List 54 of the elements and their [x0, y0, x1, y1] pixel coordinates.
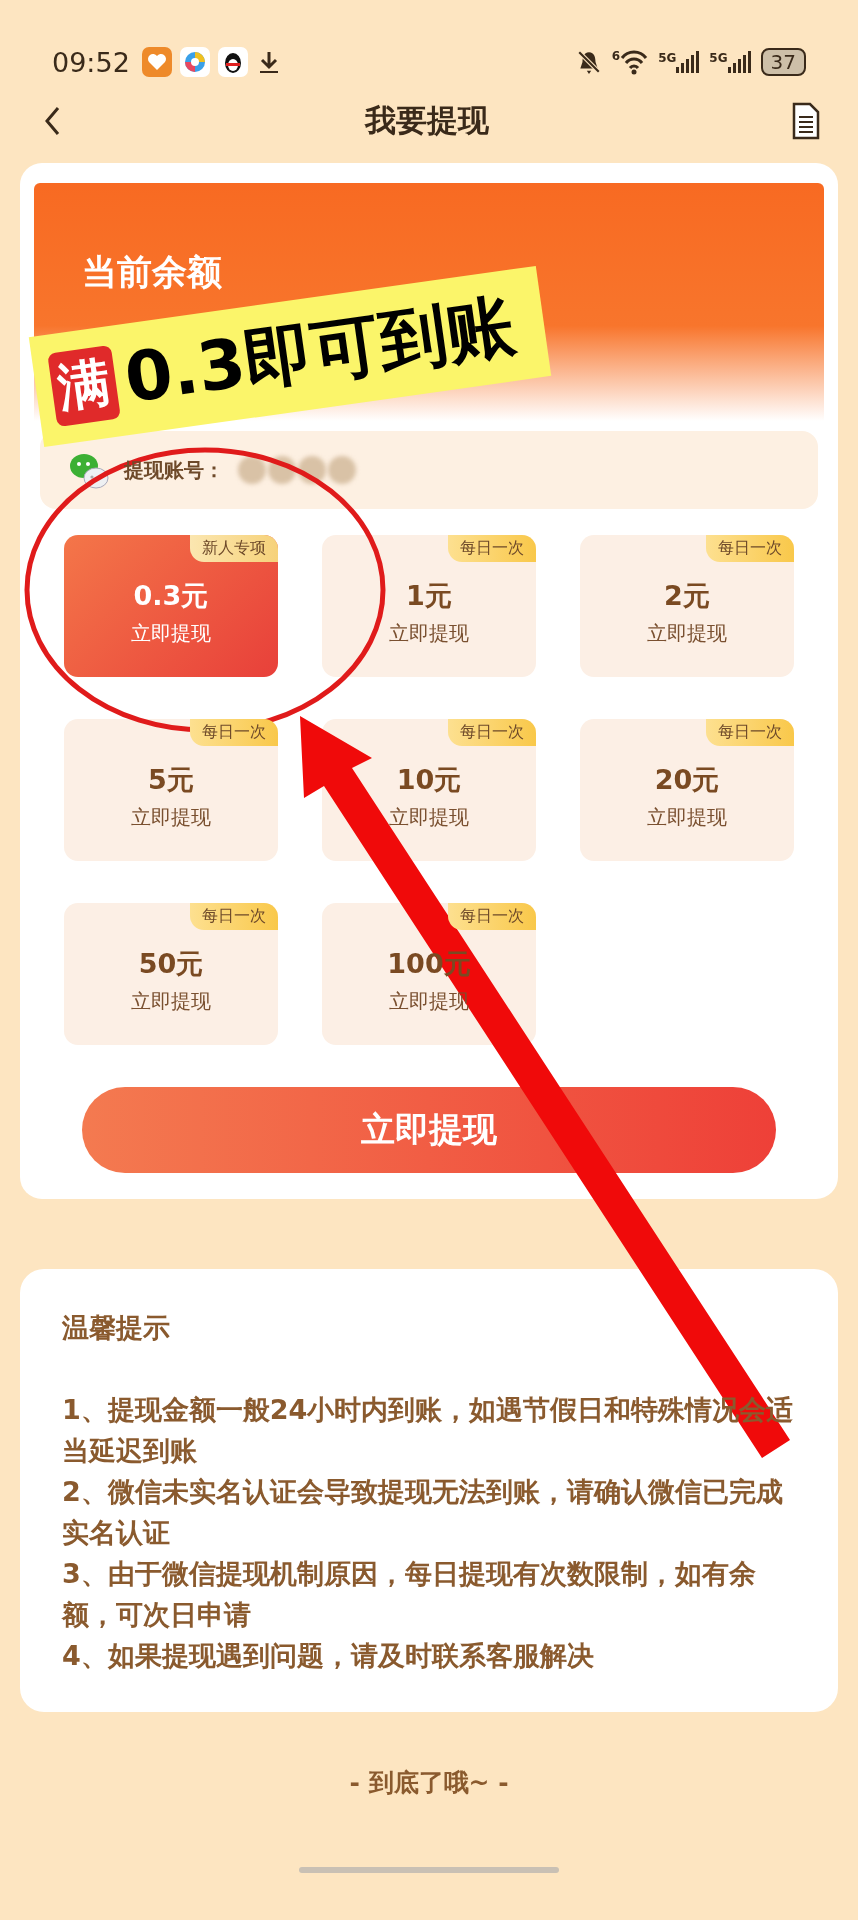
option-amount: 10元 — [396, 763, 462, 797]
amount-option[interactable]: 每日一次 20元 立即提现 — [580, 719, 794, 861]
option-action: 立即提现 — [647, 620, 727, 647]
colorful-circle-app-icon — [179, 47, 210, 77]
amount-option[interactable]: 每日一次 50元 立即提现 — [64, 903, 278, 1045]
network-label: 5G — [658, 51, 677, 65]
option-action: 立即提现 — [389, 620, 469, 647]
option-amount: 20元 — [654, 763, 720, 797]
option-amount: 100元 — [387, 947, 471, 981]
signal-icon — [676, 51, 700, 73]
option-tag: 每日一次 — [706, 719, 794, 746]
muted-bell-icon — [575, 49, 602, 75]
option-tag: 每日一次 — [190, 719, 278, 746]
option-action: 立即提现 — [647, 804, 727, 831]
end-of-list-text: - 到底了哦~ - — [349, 1767, 509, 1799]
status-time: 09:52 — [52, 46, 130, 78]
balance-label: 当前余额 — [82, 252, 222, 292]
option-tag: 每日一次 — [706, 535, 794, 562]
option-action: 立即提现 — [389, 804, 469, 831]
signal-icon — [727, 51, 751, 73]
tip-text: 2、微信未实名认证会导致提现无法到账，请确认微信已完成实名认证 — [62, 1475, 784, 1550]
chat-bubbles-icon — [68, 451, 110, 489]
option-tag: 新人专项 — [190, 535, 278, 562]
option-action: 立即提现 — [131, 988, 211, 1015]
wifi-band-label: 6 — [611, 49, 621, 63]
heart-app-icon — [141, 47, 172, 77]
tip-text: 4、如果提现遇到问题，请及时联系客服解决 — [62, 1639, 595, 1673]
penguin-app-icon — [217, 47, 248, 77]
tip-text: 3、由于微信提现机制原因，每日提现有次数限制，如有余额，可次日申请 — [62, 1557, 757, 1632]
network-label: 5G — [709, 51, 728, 65]
amount-option[interactable]: 每日一次 1元 立即提现 — [322, 535, 536, 677]
option-amount: 5元 — [148, 763, 194, 797]
option-amount: 50元 — [138, 947, 204, 981]
amount-option[interactable]: 每日一次 2元 立即提现 — [580, 535, 794, 677]
option-action: 立即提现 — [131, 804, 211, 831]
amount-option[interactable]: 新人专项 0.3元 立即提现 — [64, 535, 278, 677]
account-label: 提现账号： — [124, 456, 224, 484]
page-title: 我要提现 — [365, 101, 489, 140]
option-amount: 2元 — [664, 579, 710, 613]
option-tag: 每日一次 — [448, 903, 536, 930]
option-amount: 1元 — [406, 579, 452, 613]
tips-title: 温馨提示 — [62, 1311, 171, 1345]
chevron-left-icon — [42, 105, 62, 137]
option-tag: 每日一次 — [448, 535, 536, 562]
option-action: 立即提现 — [131, 620, 211, 647]
battery-level: 37 — [760, 48, 806, 76]
option-amount: 0.3元 — [133, 579, 209, 613]
amount-option[interactable]: 每日一次 5元 立即提现 — [64, 719, 278, 861]
option-tag: 每日一次 — [448, 719, 536, 746]
option-tag: 每日一次 — [190, 903, 278, 930]
wifi-icon — [620, 49, 649, 75]
full-badge: 满 — [47, 344, 121, 427]
document-icon — [792, 102, 820, 140]
withdraw-button[interactable]: 立即提现 — [82, 1087, 776, 1173]
